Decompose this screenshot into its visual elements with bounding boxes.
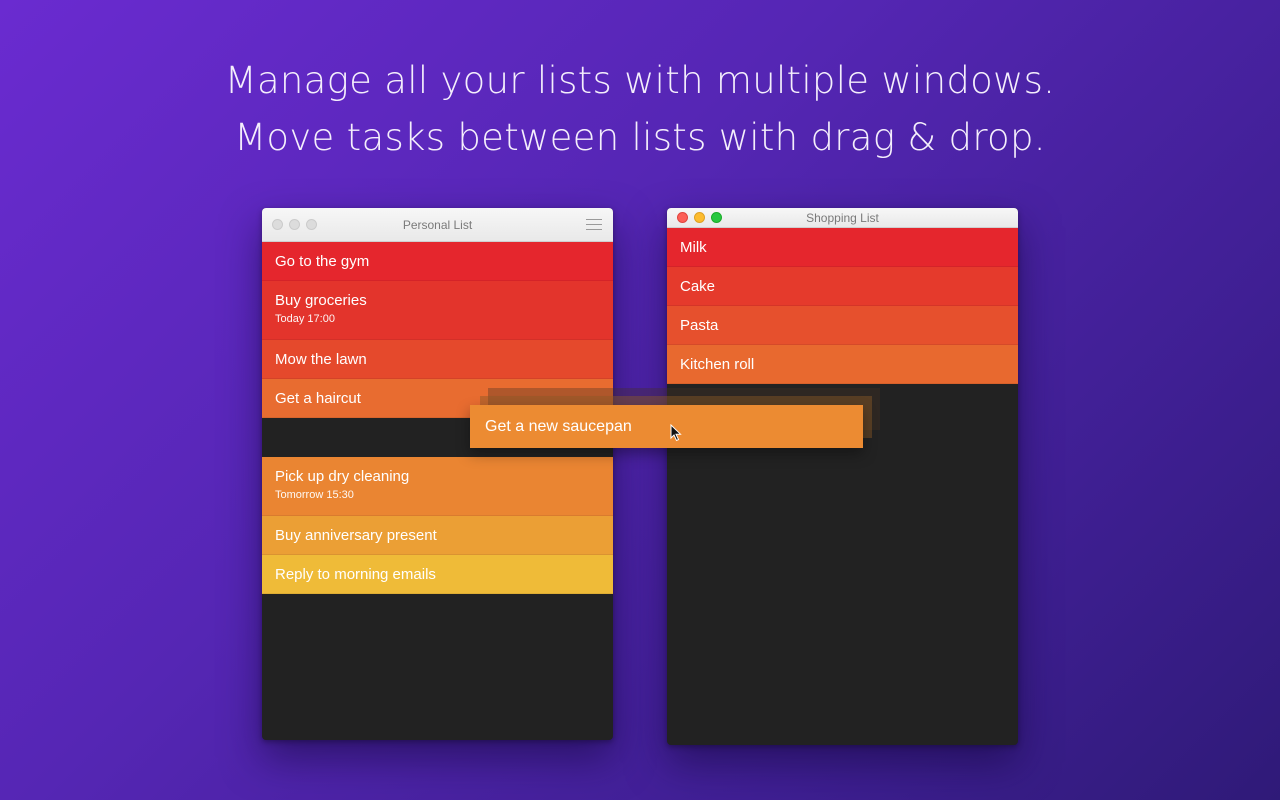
headline-line-1: Manage all your lists with multiple wind…	[224, 59, 1056, 102]
task-item[interactable]: Milk	[667, 228, 1018, 267]
task-title: Pasta	[680, 317, 719, 334]
task-item[interactable]: Cake	[667, 267, 1018, 306]
zoom-icon[interactable]	[306, 219, 317, 230]
task-item[interactable]: Reply to morning emails	[262, 555, 613, 594]
personal-list-window: Personal List Go to the gym Buy grocerie…	[262, 208, 613, 740]
close-icon[interactable]	[677, 212, 688, 223]
window-title: Personal List	[402, 218, 473, 232]
hamburger-menu-icon[interactable]	[586, 219, 602, 231]
headline-line-2: Move tasks between lists with drag & dro…	[234, 116, 1046, 159]
window-controls	[272, 219, 317, 230]
close-icon[interactable]	[272, 219, 283, 230]
task-item[interactable]: Kitchen roll	[667, 345, 1018, 384]
task-title: Kitchen roll	[680, 356, 755, 373]
task-due-date: Today 17:00	[275, 313, 335, 325]
dragged-task[interactable]: Get a new saucepan	[470, 405, 863, 448]
mouse-pointer-icon	[670, 424, 682, 442]
task-item[interactable]: Pick up dry cleaning Tomorrow 15:30	[262, 457, 613, 516]
task-title: Go to the gym	[275, 253, 370, 270]
task-title: Cake	[680, 278, 716, 295]
shopping-list-window: Shopping List Milk Cake Pasta Kitchen ro…	[667, 208, 1018, 745]
personal-list-titlebar[interactable]: Personal List	[262, 208, 613, 242]
task-title: Buy anniversary present	[275, 527, 437, 544]
minimize-icon[interactable]	[694, 212, 705, 223]
dragged-task-title: Get a new saucepan	[485, 418, 632, 435]
task-item[interactable]: Mow the lawn	[262, 340, 613, 379]
task-title: Mow the lawn	[275, 351, 367, 368]
task-item[interactable]: Buy anniversary present	[262, 516, 613, 555]
task-item[interactable]: Go to the gym	[262, 242, 613, 281]
window-title: Shopping List	[806, 211, 879, 225]
shopping-list-titlebar[interactable]: Shopping List	[667, 208, 1018, 228]
headline: Manage all your lists with multiple wind…	[0, 52, 1280, 166]
minimize-icon[interactable]	[289, 219, 300, 230]
window-controls	[677, 212, 722, 223]
task-item[interactable]: Pasta	[667, 306, 1018, 345]
task-item[interactable]: Buy groceries Today 17:00	[262, 281, 613, 340]
task-due-date: Tomorrow 15:30	[275, 489, 354, 501]
task-title: Reply to morning emails	[275, 566, 436, 583]
task-title: Pick up dry cleaning	[275, 468, 410, 485]
task-title: Buy groceries	[275, 292, 367, 309]
zoom-icon[interactable]	[711, 212, 722, 223]
task-title: Milk	[680, 239, 707, 256]
